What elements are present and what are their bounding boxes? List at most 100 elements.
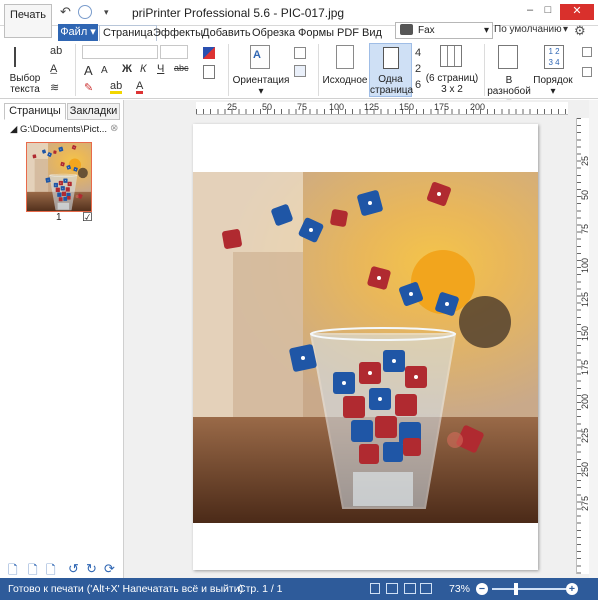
tab-file-label: Файл [60,26,88,38]
tab-file[interactable]: Файл ▾ [58,24,98,41]
profile-select[interactable]: По умолчанию ▾ [490,22,570,39]
select-text-button[interactable]: Выбор текста [6,73,44,95]
zoom-slider[interactable] [492,588,566,590]
vertical-ruler: 25 50 75 100 125 150 175 200 225 250 275 [576,118,590,574]
scattered-label: В разнобой [487,75,531,97]
undo-icon[interactable]: ↶ [60,4,71,20]
print-button-label: Печать [9,9,47,21]
italic-button[interactable]: К [140,63,146,75]
close-document-icon[interactable]: ⊗ [110,123,118,134]
page-checkbox[interactable]: ☑ [82,210,93,224]
one-page-label: Одна страница [370,74,414,96]
profile-name: По умолчанию [494,24,562,35]
single-page-view-icon[interactable] [370,583,380,594]
ruler-label: 75 [297,102,308,112]
scatter-layout-icon [498,45,518,69]
font-size-input[interactable] [160,45,188,59]
one-page-icon [383,47,399,69]
fit-page-icon[interactable] [420,583,432,594]
tab-bookmarks[interactable]: Закладки [67,103,120,120]
tab-view[interactable]: Вид [358,25,386,41]
increase-font-icon[interactable]: A [84,63,93,78]
print-page[interactable] [193,124,538,570]
chevron-down-icon: ▾ [483,25,489,36]
rotate-right-icon[interactable]: ↻ [86,561,97,577]
original-size-button[interactable]: Исходное [322,75,368,86]
page-size-icon[interactable] [294,47,306,59]
close-button[interactable]: ✕ [560,4,594,20]
gear-icon[interactable]: ⚙ [574,23,586,39]
dice-glass-image [193,172,538,523]
printer-icon [400,24,413,35]
underline-button[interactable]: Ч [157,63,164,75]
printer-select[interactable]: Fax ▾ [395,22,493,39]
quick-access-dropdown-icon[interactable]: ▾ [104,7,109,18]
ribbon-separator [318,44,319,96]
minimize-button[interactable]: – [520,4,540,20]
line-style-icon[interactable]: ≋ [50,81,59,94]
ruler-label: 125 [364,102,380,112]
tab-pages[interactable]: Страницы [4,103,66,120]
ruler-ticks [196,109,568,114]
one-page-button[interactable]: Одна страница [369,43,414,97]
font-color-small-icon[interactable]: A̲ [50,63,57,75]
layout-6-button[interactable]: 6 [415,79,421,91]
color-picker-icon[interactable] [203,47,215,59]
ruler-label: 100 [329,102,345,112]
rotate-left-icon[interactable]: ↺ [68,561,79,577]
highlight-color-icon[interactable]: ✎ [84,81,93,94]
six-pages-button[interactable]: (6 страниц) 3 x 2 [424,73,480,95]
option-checkbox[interactable] [582,67,592,77]
path-text: G:\Documents\Pict... [19,124,108,135]
orientation-label: Ориентация [232,75,290,86]
page-photo [193,172,538,523]
collapse-icon[interactable]: ◢ [10,124,17,135]
original-size-icon [336,45,354,69]
margins-icon[interactable] [294,65,306,77]
ruler-label: 50 [262,102,273,112]
zoom-slider-thumb[interactable] [514,583,518,595]
status-message: Готово к печати ('Alt+X' Напечатать всё … [8,583,244,595]
two-page-view-icon[interactable] [386,583,398,594]
document-path: ◢ G:\Documents\Pict... [10,124,107,135]
highlighter-icon[interactable]: ab [110,81,123,94]
refresh-icon[interactable]: ⟳ [104,561,115,577]
fit-width-icon[interactable] [404,583,416,594]
layout-2-button[interactable]: 2 [415,63,421,75]
page-border-icon[interactable] [203,65,215,79]
orientation-icon: A [250,45,270,69]
page-thumbnail[interactable] [26,142,92,212]
font-color-icon[interactable]: A [136,81,144,94]
ruler-label: 150 [399,102,415,112]
printer-name: Fax [418,25,435,36]
strikethrough-button[interactable]: abc [174,63,189,73]
tab-shapes[interactable]: Формы [294,25,338,41]
window-title: priPrinter Professional 5.6 - PIC-017.jp… [132,6,345,20]
font-family-input[interactable] [82,45,158,59]
order-label: Порядок [533,75,573,86]
grid-layout-icon [440,45,462,67]
zoom-level: 73% [449,583,471,595]
vertical-scrollbar[interactable] [589,100,598,578]
text-style-icon[interactable]: ab [50,45,62,57]
order-button[interactable]: Порядок ▾ [532,75,574,97]
bold-button[interactable]: Ж [122,63,132,75]
redo-icon[interactable] [78,5,92,19]
page-number: 1 [56,212,62,223]
zoom-out-button[interactable]: − [476,583,488,595]
tab-crop[interactable]: Обрезка [248,25,299,41]
tab-add[interactable]: Добавить [198,25,255,41]
zoom-in-button[interactable]: + [566,583,578,595]
ribbon: Выбор текста ab A̲ ≋ A A Ж К Ч abc ✎ ab … [0,41,598,108]
orientation-button[interactable]: Ориентация ▾ [232,75,290,97]
layout-4-button[interactable]: 4 [415,47,421,59]
ribbon-separator [484,44,485,96]
maximize-button[interactable]: □ [538,4,558,20]
ruler-label: 200 [470,102,486,112]
decrease-font-icon[interactable]: A [101,65,108,76]
option-checkbox[interactable] [582,47,592,57]
chevron-down-icon: ▾ [562,24,568,35]
ribbon-separator [228,44,229,96]
thumbnail-image [27,143,91,211]
ribbon-separator [75,44,76,96]
